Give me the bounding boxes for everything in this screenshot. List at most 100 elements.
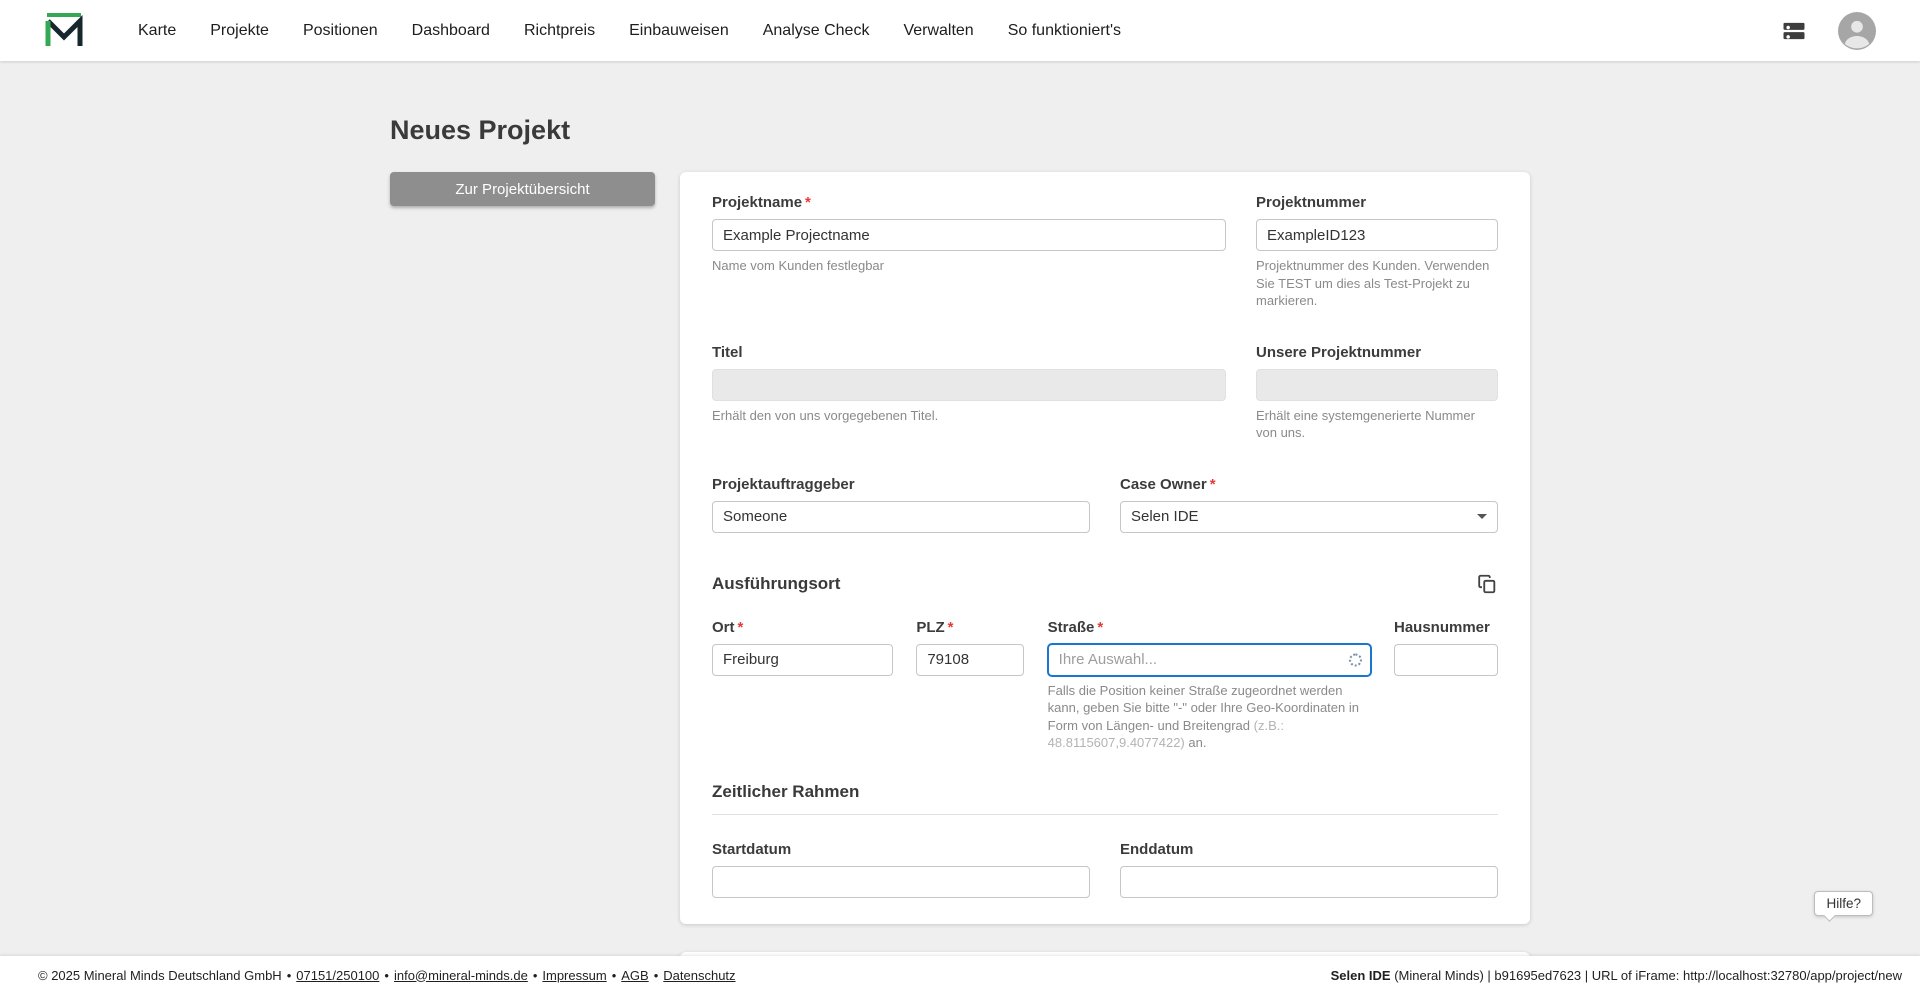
nav-item-karte[interactable]: Karte: [138, 22, 176, 40]
main-content: Neues Projekt Zur Projektübersicht Proje…: [0, 61, 1920, 994]
left-column: Zur Projektübersicht: [390, 172, 680, 994]
required-marker: *: [738, 619, 744, 636]
nav-item-richtpreis[interactable]: Richtpreis: [524, 22, 595, 40]
required-marker: *: [1210, 476, 1216, 493]
loading-spinner-icon: [1349, 653, 1362, 666]
nav-item-verwalten[interactable]: Verwalten: [903, 22, 973, 40]
row-titel-unsere-projektnummer: Titel Erhält den von uns vorgegebenen Ti…: [712, 344, 1498, 442]
strasse-input-wrap: [1048, 644, 1371, 676]
footer-separator: •: [384, 968, 389, 983]
footer: © 2025 Mineral Minds Deutschland GmbH • …: [0, 956, 1920, 994]
content-row: Zur Projektübersicht Projektname* Name v…: [390, 172, 1530, 994]
plz-label: PLZ*: [916, 619, 1024, 636]
field-case-owner: Case Owner* Selen IDE: [1120, 476, 1498, 533]
agb-link[interactable]: AGB: [621, 968, 648, 983]
startdatum-label-text: Startdatum: [712, 841, 791, 858]
section-zeitlicher-rahmen: Zeitlicher Rahmen: [712, 782, 1498, 815]
ort-label: Ort*: [712, 619, 893, 636]
field-titel: Titel Erhält den von uns vorgegebenen Ti…: [712, 344, 1226, 442]
field-enddatum: Enddatum: [1120, 841, 1498, 898]
hausnummer-input[interactable]: [1394, 644, 1498, 676]
nav-item-positionen[interactable]: Positionen: [303, 22, 378, 40]
strasse-hint-main: Falls die Position keiner Straße zugeord…: [1048, 683, 1359, 733]
footer-separator: •: [612, 968, 617, 983]
main-nav: Karte Projekte Positionen Dashboard Rich…: [138, 22, 1121, 40]
field-projektnummer: Projektnummer Projektnummer des Kunden. …: [1256, 194, 1498, 310]
footer-separator: •: [533, 968, 538, 983]
footer-session-info: Selen IDE (Mineral Minds) | b91695ed7623…: [1331, 968, 1902, 983]
ort-input[interactable]: [712, 644, 893, 676]
unsere-projektnummer-label: Unsere Projektnummer: [1256, 344, 1498, 361]
case-owner-select[interactable]: Selen IDE: [1120, 501, 1498, 533]
impressum-link[interactable]: Impressum: [542, 968, 606, 983]
server-icon-glyph: [1780, 17, 1808, 45]
email-link[interactable]: info@mineral-minds.de: [394, 968, 528, 983]
required-marker: *: [948, 619, 954, 636]
footer-separator: •: [287, 968, 292, 983]
zeitlicher-rahmen-heading: Zeitlicher Rahmen: [712, 782, 1498, 802]
right-column: Projektname* Name vom Kunden festlegbar …: [680, 172, 1530, 994]
brand-logo[interactable]: [44, 11, 84, 51]
session-details: (Mineral Minds) | b91695ed7623 | URL of …: [1391, 968, 1902, 983]
back-to-projects-button[interactable]: Zur Projektübersicht: [390, 172, 655, 206]
case-owner-selected-value: Selen IDE: [1131, 508, 1199, 525]
plz-input[interactable]: [916, 644, 1024, 676]
enddatum-input[interactable]: [1120, 866, 1498, 898]
content-container: Neues Projekt Zur Projektübersicht Proje…: [390, 61, 1530, 994]
section-divider: [712, 814, 1498, 815]
plz-label-text: PLZ: [916, 619, 944, 636]
mineral-minds-logo-icon: [44, 11, 84, 51]
nav-item-einbauweisen[interactable]: Einbauweisen: [629, 22, 729, 40]
projektname-label: Projektname*: [712, 194, 1226, 211]
startdatum-label: Startdatum: [712, 841, 1090, 858]
user-avatar[interactable]: [1838, 12, 1876, 50]
row-dates: Startdatum Enddatum: [712, 841, 1498, 898]
projektnummer-hint: Projektnummer des Kunden. Verwenden Sie …: [1256, 257, 1498, 310]
unsere-projektnummer-hint: Erhält eine systemgenerierte Nummer von …: [1256, 407, 1498, 442]
nav-item-so-funktionierts[interactable]: So funktioniert's: [1008, 22, 1121, 40]
hausnummer-label-text: Hausnummer: [1394, 619, 1490, 636]
project-form-card: Projektname* Name vom Kunden festlegbar …: [680, 172, 1530, 924]
required-marker: *: [805, 194, 811, 211]
unsere-projektnummer-label-text: Unsere Projektnummer: [1256, 344, 1421, 361]
strasse-label: Straße*: [1048, 619, 1371, 636]
enddatum-label: Enddatum: [1120, 841, 1498, 858]
projektauftraggeber-input[interactable]: [712, 501, 1090, 533]
field-projektname: Projektname* Name vom Kunden festlegbar: [712, 194, 1226, 310]
row-location: Ort* PLZ* Straße*: [712, 619, 1498, 752]
top-navigation: Karte Projekte Positionen Dashboard Rich…: [0, 0, 1920, 61]
field-plz: PLZ*: [916, 619, 1024, 752]
projektname-input[interactable]: [712, 219, 1226, 251]
chevron-down-icon: [1477, 514, 1487, 519]
field-unsere-projektnummer: Unsere Projektnummer Erhält eine systemg…: [1256, 344, 1498, 442]
copy-icon-glyph: [1476, 573, 1498, 595]
projektauftraggeber-label-text: Projektauftraggeber: [712, 476, 855, 493]
projektname-hint: Name vom Kunden festlegbar: [712, 257, 1226, 275]
nav-item-projekte[interactable]: Projekte: [210, 22, 269, 40]
help-button[interactable]: Hilfe?: [1814, 891, 1873, 916]
server-icon[interactable]: [1780, 17, 1808, 45]
footer-left: © 2025 Mineral Minds Deutschland GmbH • …: [38, 968, 736, 983]
strasse-label-text: Straße: [1048, 619, 1095, 636]
section-ausfuehrungsort: Ausführungsort: [712, 573, 1498, 595]
projektnummer-label: Projektnummer: [1256, 194, 1498, 211]
strasse-input[interactable]: [1048, 644, 1371, 676]
field-strasse: Straße* Falls die Position keiner Straße…: [1048, 619, 1371, 752]
nav-item-analyse-check[interactable]: Analyse Check: [763, 22, 870, 40]
page-title: Neues Projekt: [390, 61, 1530, 146]
datenschutz-link[interactable]: Datenschutz: [663, 968, 735, 983]
phone-link[interactable]: 07151/250100: [296, 968, 379, 983]
startdatum-input[interactable]: [712, 866, 1090, 898]
titel-label: Titel: [712, 344, 1226, 361]
nav-item-dashboard[interactable]: Dashboard: [412, 22, 490, 40]
strasse-hint-suffix: an.: [1185, 735, 1207, 750]
projektnummer-input[interactable]: [1256, 219, 1498, 251]
projektnummer-label-text: Projektnummer: [1256, 194, 1366, 211]
copy-icon[interactable]: [1476, 573, 1498, 595]
field-startdatum: Startdatum: [712, 841, 1090, 898]
session-user: Selen IDE: [1331, 968, 1391, 983]
ort-label-text: Ort: [712, 619, 735, 636]
unsere-projektnummer-input: [1256, 369, 1498, 401]
titel-input: [712, 369, 1226, 401]
user-avatar-icon: [1838, 12, 1876, 50]
